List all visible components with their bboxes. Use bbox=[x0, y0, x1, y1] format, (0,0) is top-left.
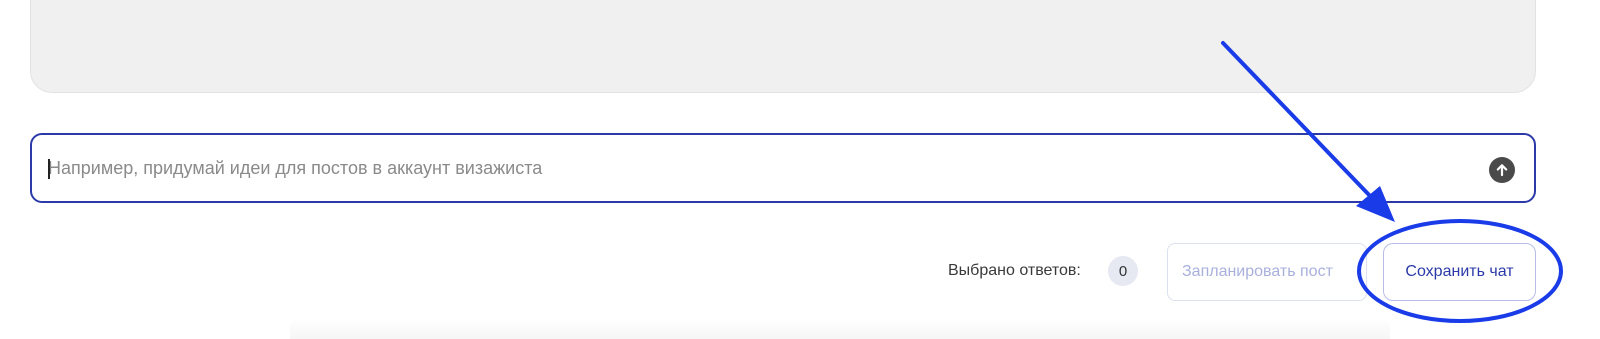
bottom-panel-edge bbox=[290, 318, 1390, 339]
selected-answers-count-badge: 0 bbox=[1108, 256, 1138, 286]
schedule-post-button[interactable]: Запланировать пост bbox=[1167, 243, 1367, 301]
prompt-box[interactable] bbox=[30, 133, 1536, 203]
chat-messages-area bbox=[30, 0, 1536, 93]
selected-answers-label: Выбрано ответов: bbox=[948, 262, 1081, 279]
save-chat-button[interactable]: Сохранить чат bbox=[1383, 243, 1536, 301]
arrow-up-icon bbox=[1496, 164, 1508, 177]
send-button[interactable] bbox=[1489, 157, 1515, 183]
chat-page: Выбрано ответов: 0 Запланировать пост Со… bbox=[0, 0, 1600, 339]
prompt-input[interactable] bbox=[48, 135, 1468, 201]
text-cursor bbox=[48, 159, 50, 179]
